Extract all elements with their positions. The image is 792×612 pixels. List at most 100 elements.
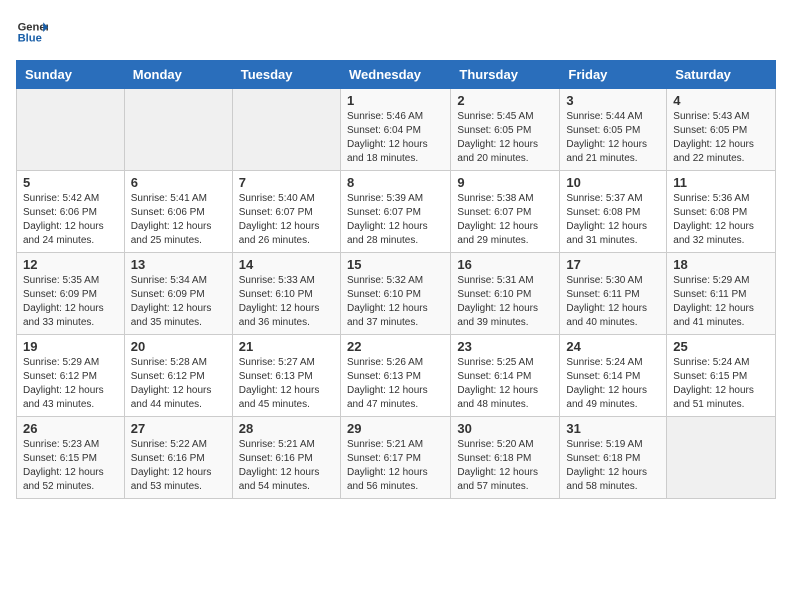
day-info: Sunrise: 5:28 AM Sunset: 6:12 PM Dayligh… <box>131 356 226 412</box>
calendar-cell: 16 Sunrise: 5:31 AM Sunset: 6:10 PM Dayli… <box>451 253 560 335</box>
day-number: 1 <box>347 93 444 108</box>
calendar-cell: 18Sunrise: 5:29 AM Sunset: 6:11 PM Dayli… <box>667 253 776 335</box>
day-number: 8 <box>347 175 444 190</box>
page-header: General Blue <box>16 16 776 48</box>
calendar-cell: 20 Sunrise: 5:28 AM Sunset: 6:12 PM Dayli… <box>124 335 232 417</box>
calendar-week-2: 5 Sunrise: 5:42 AM Sunset: 6:06 PM Daylig… <box>17 171 776 253</box>
day-info: Sunrise: 5:30 AM Sunset: 6:11 PM Dayligh… <box>566 274 660 330</box>
day-info: Sunrise: 5:32 AM Sunset: 6:10 PM Dayligh… <box>347 274 444 330</box>
day-info: Sunrise: 5:26 AM Sunset: 6:13 PM Dayligh… <box>347 356 444 412</box>
calendar-cell: 19 Sunrise: 5:29 AM Sunset: 6:12 PM Dayli… <box>17 335 125 417</box>
day-number: 4 <box>673 93 769 108</box>
calendar-cell: 3 Sunrise: 5:44 AM Sunset: 6:05 PM Daylig… <box>560 89 667 171</box>
day-number: 19 <box>23 339 118 354</box>
calendar-week-1: 1 Sunrise: 5:46 AM Sunset: 6:04 PM Daylig… <box>17 89 776 171</box>
day-number: 17 <box>566 257 660 272</box>
calendar-cell: 1 Sunrise: 5:46 AM Sunset: 6:04 PM Daylig… <box>340 89 450 171</box>
calendar-cell: 21 Sunrise: 5:27 AM Sunset: 6:13 PM Dayli… <box>232 335 340 417</box>
day-number: 29 <box>347 421 444 436</box>
day-number: 13 <box>131 257 226 272</box>
day-info: Sunrise: 5:20 AM Sunset: 6:18 PM Dayligh… <box>457 438 553 494</box>
day-number: 2 <box>457 93 553 108</box>
calendar-cell: 12 Sunrise: 5:35 AM Sunset: 6:09 PM Dayli… <box>17 253 125 335</box>
calendar-cell: 9 Sunrise: 5:38 AM Sunset: 6:07 PM Daylig… <box>451 171 560 253</box>
calendar-cell <box>17 89 125 171</box>
day-number: 6 <box>131 175 226 190</box>
day-info: Sunrise: 5:25 AM Sunset: 6:14 PM Dayligh… <box>457 356 553 412</box>
day-number: 21 <box>239 339 334 354</box>
calendar-week-5: 26 Sunrise: 5:23 AM Sunset: 6:15 PM Dayli… <box>17 417 776 499</box>
day-number: 24 <box>566 339 660 354</box>
svg-text:Blue: Blue <box>18 33 42 45</box>
day-info: Sunrise: 5:35 AM Sunset: 6:09 PM Dayligh… <box>23 274 118 330</box>
day-number: 10 <box>566 175 660 190</box>
calendar-cell: 26 Sunrise: 5:23 AM Sunset: 6:15 PM Dayli… <box>17 417 125 499</box>
day-number: 7 <box>239 175 334 190</box>
day-info: Sunrise: 5:38 AM Sunset: 6:07 PM Dayligh… <box>457 192 553 248</box>
calendar-cell: 30Sunrise: 5:20 AM Sunset: 6:18 PM Dayli… <box>451 417 560 499</box>
day-number: 26 <box>23 421 118 436</box>
day-number: 20 <box>131 339 226 354</box>
day-info: Sunrise: 5:33 AM Sunset: 6:10 PM Dayligh… <box>239 274 334 330</box>
calendar-cell: 23Sunrise: 5:25 AM Sunset: 6:14 PM Dayli… <box>451 335 560 417</box>
calendar-week-4: 19 Sunrise: 5:29 AM Sunset: 6:12 PM Dayli… <box>17 335 776 417</box>
calendar-cell: 2 Sunrise: 5:45 AM Sunset: 6:05 PM Daylig… <box>451 89 560 171</box>
day-number: 15 <box>347 257 444 272</box>
calendar-cell: 28 Sunrise: 5:21 AM Sunset: 6:16 PM Dayli… <box>232 417 340 499</box>
day-info: Sunrise: 5:27 AM Sunset: 6:13 PM Dayligh… <box>239 356 334 412</box>
calendar-table: SundayMondayTuesdayWednesdayThursdayFrid… <box>16 60 776 499</box>
day-info: Sunrise: 5:45 AM Sunset: 6:05 PM Dayligh… <box>457 110 553 166</box>
day-info: Sunrise: 5:29 AM Sunset: 6:12 PM Dayligh… <box>23 356 118 412</box>
day-info: Sunrise: 5:19 AM Sunset: 6:18 PM Dayligh… <box>566 438 660 494</box>
day-number: 18 <box>673 257 769 272</box>
day-info: Sunrise: 5:39 AM Sunset: 6:07 PM Dayligh… <box>347 192 444 248</box>
calendar-cell: 7 Sunrise: 5:40 AM Sunset: 6:07 PM Daylig… <box>232 171 340 253</box>
day-number: 27 <box>131 421 226 436</box>
calendar-cell: 24 Sunrise: 5:24 AM Sunset: 6:14 PM Dayli… <box>560 335 667 417</box>
day-info: Sunrise: 5:42 AM Sunset: 6:06 PM Dayligh… <box>23 192 118 248</box>
calendar-cell: 5 Sunrise: 5:42 AM Sunset: 6:06 PM Daylig… <box>17 171 125 253</box>
day-info: Sunrise: 5:24 AM Sunset: 6:15 PM Dayligh… <box>673 356 769 412</box>
day-number: 22 <box>347 339 444 354</box>
calendar-cell: 29Sunrise: 5:21 AM Sunset: 6:17 PM Dayli… <box>340 417 450 499</box>
day-info: Sunrise: 5:37 AM Sunset: 6:08 PM Dayligh… <box>566 192 660 248</box>
calendar-cell: 8 Sunrise: 5:39 AM Sunset: 6:07 PM Daylig… <box>340 171 450 253</box>
day-info: Sunrise: 5:23 AM Sunset: 6:15 PM Dayligh… <box>23 438 118 494</box>
header-saturday: Saturday <box>667 61 776 89</box>
calendar-cell: 13Sunrise: 5:34 AM Sunset: 6:09 PM Dayli… <box>124 253 232 335</box>
calendar-header-row: SundayMondayTuesdayWednesdayThursdayFrid… <box>17 61 776 89</box>
calendar-cell: 14 Sunrise: 5:33 AM Sunset: 6:10 PM Dayli… <box>232 253 340 335</box>
day-info: Sunrise: 5:31 AM Sunset: 6:10 PM Dayligh… <box>457 274 553 330</box>
day-number: 11 <box>673 175 769 190</box>
day-info: Sunrise: 5:43 AM Sunset: 6:05 PM Dayligh… <box>673 110 769 166</box>
header-friday: Friday <box>560 61 667 89</box>
day-number: 31 <box>566 421 660 436</box>
calendar-cell: 15 Sunrise: 5:32 AM Sunset: 6:10 PM Dayli… <box>340 253 450 335</box>
header-tuesday: Tuesday <box>232 61 340 89</box>
calendar-cell: 25Sunrise: 5:24 AM Sunset: 6:15 PM Dayli… <box>667 335 776 417</box>
day-number: 14 <box>239 257 334 272</box>
header-monday: Monday <box>124 61 232 89</box>
day-number: 9 <box>457 175 553 190</box>
calendar-cell: 4 Sunrise: 5:43 AM Sunset: 6:05 PM Daylig… <box>667 89 776 171</box>
day-number: 5 <box>23 175 118 190</box>
logo: General Blue <box>16 16 48 48</box>
day-number: 28 <box>239 421 334 436</box>
day-number: 12 <box>23 257 118 272</box>
day-info: Sunrise: 5:24 AM Sunset: 6:14 PM Dayligh… <box>566 356 660 412</box>
day-info: Sunrise: 5:46 AM Sunset: 6:04 PM Dayligh… <box>347 110 444 166</box>
day-info: Sunrise: 5:44 AM Sunset: 6:05 PM Dayligh… <box>566 110 660 166</box>
day-number: 3 <box>566 93 660 108</box>
calendar-cell <box>667 417 776 499</box>
header-sunday: Sunday <box>17 61 125 89</box>
day-info: Sunrise: 5:41 AM Sunset: 6:06 PM Dayligh… <box>131 192 226 248</box>
day-number: 16 <box>457 257 553 272</box>
calendar-cell: 17 Sunrise: 5:30 AM Sunset: 6:11 PM Dayli… <box>560 253 667 335</box>
logo-icon: General Blue <box>16 16 48 48</box>
day-info: Sunrise: 5:36 AM Sunset: 6:08 PM Dayligh… <box>673 192 769 248</box>
header-thursday: Thursday <box>451 61 560 89</box>
day-info: Sunrise: 5:21 AM Sunset: 6:16 PM Dayligh… <box>239 438 334 494</box>
calendar-week-3: 12 Sunrise: 5:35 AM Sunset: 6:09 PM Dayli… <box>17 253 776 335</box>
day-info: Sunrise: 5:40 AM Sunset: 6:07 PM Dayligh… <box>239 192 334 248</box>
calendar-cell: 22 Sunrise: 5:26 AM Sunset: 6:13 PM Dayli… <box>340 335 450 417</box>
